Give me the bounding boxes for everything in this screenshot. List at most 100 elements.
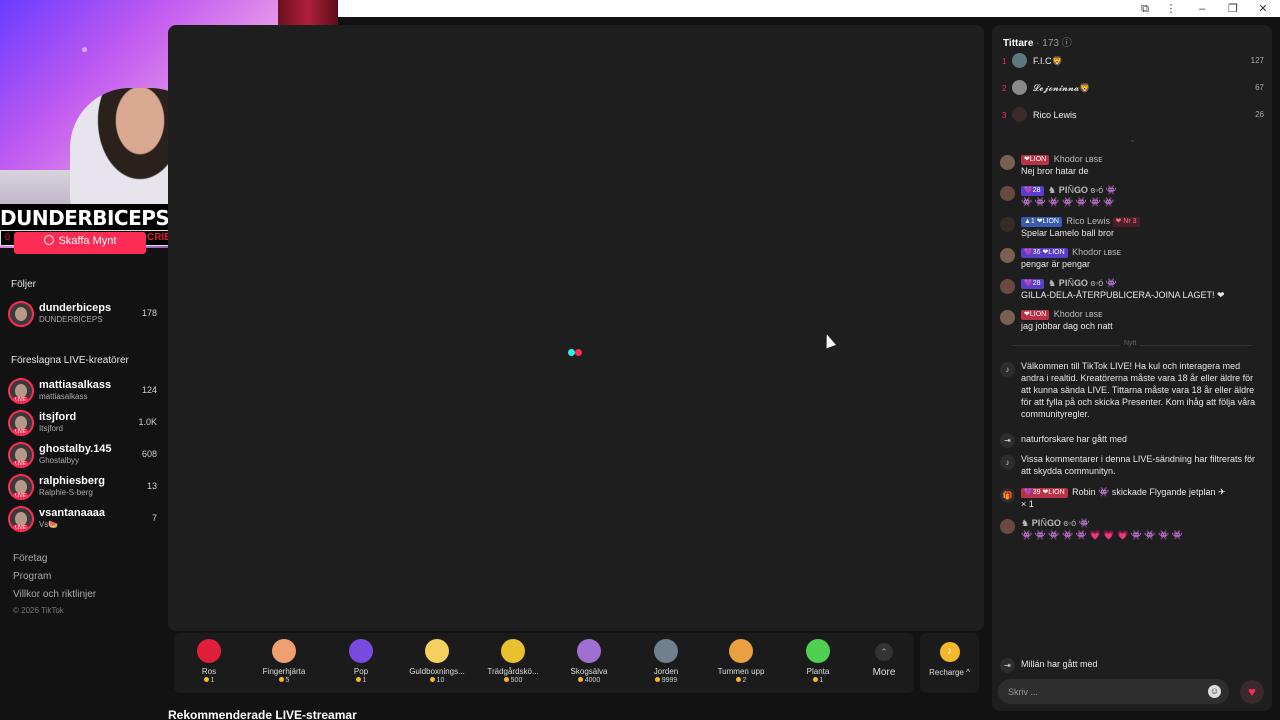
chevron-up-icon: ⌃ — [875, 643, 893, 661]
gift-pop[interactable]: Pop 1 — [326, 639, 396, 684]
footer-link-terms[interactable]: Villkor och riktlinjer — [13, 589, 96, 600]
suggested-account[interactable]: LIVE itsjford Itsjford 1.0K — [8, 409, 160, 439]
more-gifts-button[interactable]: ⌃ More — [866, 641, 902, 678]
gift-price: 5 — [249, 677, 319, 684]
top-viewer-row[interactable]: 2 𝓛𝓮𝓳𝓸𝓷𝓲𝓷𝓷𝓪🦁 67 — [1000, 80, 1264, 100]
chat-message: 💜28 ♞ 𝐏𝐈Ñ𝐆𝐎 ɞ◦ó 👾 GILLA-DELA-ÅTERPUBLICE… — [1000, 277, 1264, 301]
chat-message: ❤LION Khodor ʟʙsᴇ Nej bror hatar de — [1000, 153, 1264, 177]
gift-forest-fairy[interactable]: Skogsälva 4000 — [554, 639, 624, 684]
join-text: Millán har gått med — [1021, 659, 1098, 669]
chat-message: ♞ 𝐏𝐈Ñ𝐆𝐎 ɞ◦ó 👾 👾 👾 👾 👾 👾 💗 💗 💗 👾 👾 👾 👾 — [1000, 517, 1264, 541]
chat-username[interactable]: Khodor ʟʙsᴇ — [1054, 309, 1103, 319]
gift-thumbs-up[interactable]: Tummen upp 2 — [706, 639, 776, 684]
viewer-rank: 2 — [1002, 84, 1007, 93]
system-message: ♪ Välkommen till TikTok LIVE! Ha kul och… — [1000, 360, 1264, 420]
join-message: ⇥ naturforskare har gått med — [1000, 431, 1264, 448]
avatar — [8, 301, 34, 327]
chat-username[interactable]: ♞ 𝐏𝐈Ñ𝐆𝐎 ɞ◦ó 👾 — [1048, 185, 1117, 195]
gift-price: 9999 — [631, 677, 701, 684]
suggested-account[interactable]: LIVE ralphiesberg Ralphie-S-berg 13 — [8, 473, 160, 503]
recharge-button[interactable]: ♪ Recharge ^ — [920, 633, 979, 693]
chat-text: pengar är pengar — [1021, 259, 1091, 269]
chat-username[interactable]: Rico Lewis — [1067, 216, 1111, 226]
top-viewer-row[interactable]: 3 Rico Lewis 26 — [1000, 107, 1264, 127]
gift-price: 4000 — [554, 677, 624, 684]
welcome-text: Välkommen till TikTok LIVE! Ha kul och i… — [1021, 361, 1256, 419]
info-icon[interactable]: ⓘ — [1062, 38, 1072, 49]
avatar — [1012, 53, 1027, 68]
emoji-icon[interactable]: ☺ — [1208, 685, 1221, 698]
gift-price: 500 — [478, 677, 548, 684]
viewer-count: 178 — [141, 308, 157, 318]
viewer-rank: 1 — [1002, 57, 1007, 66]
badge: ❤LION — [1021, 310, 1050, 320]
chat-username[interactable]: ♞ 𝐏𝐈Ñ𝐆𝐎 ɞ◦ó 👾 — [1048, 278, 1117, 288]
chat-username[interactable]: ♞ 𝐏𝐈Ñ𝐆𝐎 ɞ◦ó 👾 — [1021, 518, 1090, 528]
chat-message: 💜36 ❤LION Khodor ʟʙsᴇ pengar är pengar — [1000, 246, 1264, 270]
restore-icon[interactable]: ❐ — [1222, 1, 1244, 17]
badge: ▲1 ❤LION — [1021, 217, 1062, 227]
like-button[interactable]: ♥ — [1240, 680, 1264, 704]
garden-flower-icon — [501, 639, 525, 663]
footer-link-company[interactable]: Företag — [13, 553, 47, 564]
divider-label: Nytt — [1120, 340, 1141, 347]
suggested-account[interactable]: LIVE ghostalby.145 Ghostalbyy 608 — [8, 441, 160, 471]
avatar: LIVE — [8, 506, 34, 532]
viewer-name: F.I.C🦁 — [1033, 56, 1063, 66]
gift-name: Trädgårdskö... — [487, 667, 539, 676]
recommended-title: Rekommenderade LIVE-streamar — [168, 708, 357, 720]
chat-input-box[interactable]: ☺ — [998, 679, 1229, 704]
live-video-player[interactable] — [168, 25, 984, 631]
suggested-account[interactable]: LIVE mattiasalkass mattiasalkass 124 — [8, 377, 160, 407]
chat-username[interactable]: Khodor ʟʙsᴇ — [1072, 247, 1121, 257]
account-name: dunderbiceps — [39, 302, 112, 314]
avatar: LIVE — [8, 410, 34, 436]
following-account-dunderbiceps[interactable]: dunderbiceps DUNDERBICEPS 178 — [8, 300, 160, 330]
chevron-down-icon[interactable]: ⌄ — [1129, 135, 1136, 144]
following-title: Följer — [11, 279, 37, 290]
gift-ros[interactable]: Ros 1 — [174, 639, 244, 684]
gift-name: Fingerhjärta — [262, 667, 306, 676]
avatar — [1000, 279, 1015, 294]
rose-icon — [197, 639, 221, 663]
pop-icon — [349, 639, 373, 663]
close-icon[interactable]: ✕ — [1252, 1, 1274, 17]
avatar — [1000, 519, 1015, 534]
chat-username[interactable]: Khodor ʟʙsᴇ — [1054, 154, 1103, 164]
window-titlebar: ⧉ ⋮ – ❐ ✕ — [338, 0, 1280, 17]
gift-gold-boxing[interactable]: Guldboxnings... 10 — [402, 639, 472, 684]
gift-bar: Ros 1 Fingerhjärta 5 Pop 1 Guldboxnings.… — [174, 633, 914, 693]
get-coins-label: Skaffa Mynt — [58, 235, 117, 247]
badge: 💜28 — [1021, 279, 1044, 289]
chat-text: Nej bror hatar de — [1021, 166, 1089, 176]
badge: ❤LION — [1021, 155, 1050, 165]
viewer-count: 1.0K — [138, 417, 157, 427]
viewer-rank: 3 — [1002, 111, 1007, 120]
avatar — [1012, 107, 1027, 122]
gift-name: Guldboxnings... — [409, 667, 465, 676]
boxing-glove-icon — [425, 639, 449, 663]
chat-text: Spelar Lamelo ball bror — [1021, 228, 1115, 238]
viewers-title: Tittare — [1003, 38, 1034, 49]
top-viewer-row[interactable]: 1 F.I.C🦁 127 — [1000, 53, 1264, 73]
gift-plant[interactable]: Planta 1 — [783, 639, 853, 684]
avatar: LIVE — [8, 474, 34, 500]
recharge-label: Recharge ^ — [929, 668, 970, 677]
viewer-score: 67 — [1255, 83, 1264, 92]
chat-text: 👾 👾 👾 👾 👾 👾 👾 — [1021, 197, 1115, 207]
extensions-icon[interactable]: ⧉ — [1134, 1, 1156, 17]
fairy-icon — [577, 639, 601, 663]
gift-name: Ros — [201, 667, 217, 676]
plant-icon — [806, 639, 830, 663]
chat-input[interactable] — [1008, 683, 1198, 700]
footer-link-program[interactable]: Program — [13, 571, 51, 582]
get-coins-button[interactable]: Skaffa Mynt — [14, 232, 146, 254]
minimize-icon[interactable]: – — [1191, 1, 1213, 17]
gift-fingerheart[interactable]: Fingerhjärta 5 — [249, 639, 319, 684]
kebab-menu-icon[interactable]: ⋮ — [1160, 1, 1182, 17]
suggested-account[interactable]: LIVE vsantanaaaa Vs🍉 7 — [8, 505, 160, 535]
gift-earth[interactable]: Jorden 9999 — [631, 639, 701, 684]
viewer-name: 𝓛𝓮𝓳𝓸𝓷𝓲𝓷𝓷𝓪🦁 — [1033, 83, 1091, 93]
gift-garden[interactable]: Trädgårdskö... 500 — [478, 639, 548, 684]
account-name: vsantanaaaa — [39, 507, 106, 519]
